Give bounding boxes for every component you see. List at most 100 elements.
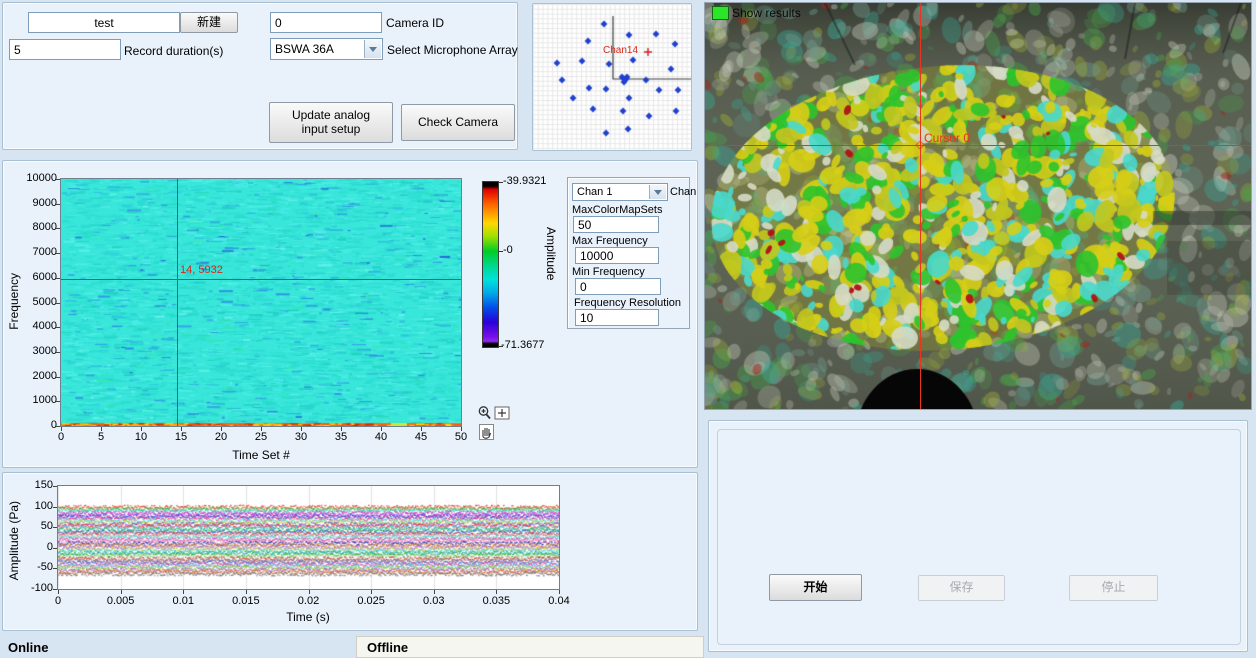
tick-mark — [301, 427, 302, 431]
zoom-in-icon[interactable] — [477, 405, 493, 421]
max-colormap-sets-label: MaxColorMapSets — [572, 204, 662, 216]
tick-label: 30 — [285, 431, 317, 443]
session-name-field[interactable]: test — [28, 12, 180, 33]
save-button[interactable]: 保存 — [918, 575, 1005, 601]
camera-view-panel: Show results Cursor 0 — [704, 2, 1252, 410]
new-session-button[interactable]: 新建 — [180, 12, 238, 33]
chevron-down-icon[interactable] — [649, 185, 666, 199]
waveform-panel: Amplitude (Pa) Time (s) -100-50050100150… — [2, 472, 698, 631]
tick-mark — [183, 590, 184, 594]
mic-array-plot-panel: Chan14 — [532, 3, 692, 151]
camera-acoustic-image[interactable] — [705, 3, 1251, 409]
tick-label: 0 — [11, 541, 53, 553]
tick-mark — [56, 401, 60, 402]
tick-mark — [53, 507, 57, 508]
tick-label: 3000 — [15, 345, 57, 357]
tick-mark — [56, 228, 60, 229]
tick-mark — [53, 568, 57, 569]
tick-label: 0.02 — [287, 595, 331, 607]
tick-label: 0 — [36, 595, 80, 607]
pan-hand-icon[interactable] — [479, 424, 494, 440]
tick-mark — [421, 427, 422, 431]
mic-array-select[interactable]: BSWA 36A — [270, 38, 383, 60]
camera-cursor-vline[interactable] — [920, 3, 921, 409]
stop-button[interactable]: 停止 — [1069, 575, 1158, 601]
tick-label: 50 — [445, 431, 477, 443]
spectrogram-cursor-hline[interactable] — [61, 279, 461, 280]
spectrogram-plot[interactable] — [60, 178, 462, 427]
tick-mark — [221, 427, 222, 431]
tick-label: 0.04 — [537, 595, 581, 607]
acquisition-inner-frame — [717, 429, 1241, 645]
tick-mark — [141, 427, 142, 431]
tick-mark — [381, 427, 382, 431]
chevron-down-icon[interactable] — [364, 40, 381, 58]
colorbar-min-label: -71.3677 — [501, 339, 544, 351]
tick-label: 0.015 — [224, 595, 268, 607]
min-frequency-field[interactable]: 0 — [575, 278, 661, 295]
start-button[interactable]: 开始 — [769, 574, 862, 601]
tick-label: 0.01 — [161, 595, 205, 607]
acquisition-panel: 开始 保存 停止 — [708, 420, 1248, 652]
show-results-checkbox[interactable] — [712, 6, 729, 20]
colorbar-title: Amplitude — [544, 227, 558, 280]
min-frequency-label: Min Frequency — [572, 266, 645, 278]
camera-cursor-hline[interactable] — [705, 145, 1251, 146]
offline-status-box: Offline — [356, 636, 704, 658]
tick-mark — [496, 590, 497, 594]
camera-id-field[interactable]: 0 — [270, 12, 382, 33]
waveform-plot[interactable] — [57, 485, 560, 590]
max-colormap-sets-field[interactable]: 50 — [573, 216, 659, 233]
tick-label: 6000 — [15, 271, 57, 283]
tick-label: 5 — [85, 431, 117, 443]
acoustic-camera-app: test 新建 0 Camera ID 5 Record duration(s)… — [0, 0, 1256, 658]
tick-label: 0 — [45, 431, 77, 443]
tick-mark — [56, 352, 60, 353]
colorbar-mid-label: -0 — [503, 244, 513, 256]
tick-mark — [61, 427, 62, 431]
zoom-rect-icon[interactable] — [494, 406, 510, 420]
mic-array-scatter-plot[interactable] — [533, 4, 691, 150]
tick-mark — [434, 590, 435, 594]
tick-mark — [121, 590, 122, 594]
tick-mark — [56, 426, 60, 427]
mic-cursor-label: Chan14 — [603, 45, 638, 56]
tick-mark — [56, 253, 60, 254]
frequency-resolution-field[interactable]: 10 — [575, 309, 659, 326]
channel-value: Chan 1 — [577, 186, 612, 198]
tick-mark — [53, 486, 57, 487]
tick-mark — [246, 590, 247, 594]
tick-mark — [371, 590, 372, 594]
spectrogram-panel: Frequency Time Set # 14, 5932 -39.9321 -… — [2, 160, 698, 468]
colorbar-max-label: -39.9321 — [503, 175, 546, 187]
check-camera-button[interactable]: Check Camera — [401, 104, 515, 141]
tick-mark — [461, 427, 462, 431]
channel-select[interactable]: Chan 1 — [572, 183, 668, 201]
max-frequency-field[interactable]: 10000 — [575, 247, 659, 264]
update-analog-input-button[interactable]: Update analog input setup — [269, 102, 393, 143]
tick-label: 15 — [165, 431, 197, 443]
tick-label: 9000 — [15, 197, 57, 209]
offline-status-label: Offline — [367, 640, 408, 655]
tick-label: 1000 — [15, 394, 57, 406]
tick-label: 10 — [125, 431, 157, 443]
tick-label: 0.005 — [99, 595, 143, 607]
waveform-x-axis-title: Time (s) — [248, 610, 368, 624]
tick-label: 0.03 — [412, 595, 456, 607]
tick-mark — [261, 427, 262, 431]
camera-cursor-label: Cursor 0 — [924, 131, 970, 145]
tick-label: 45 — [405, 431, 437, 443]
analysis-controls-cluster: Chan 1 Chan MaxColorMapSets 50 Max Frequ… — [567, 177, 690, 329]
tick-label: 25 — [245, 431, 277, 443]
spectrogram-x-axis-title: Time Set # — [201, 448, 321, 462]
mic-array-value: BSWA 36A — [275, 42, 334, 56]
tick-label: 7000 — [15, 246, 57, 258]
tick-mark — [56, 204, 60, 205]
tick-label: 10000 — [15, 172, 57, 184]
tick-label: 0.025 — [349, 595, 393, 607]
tick-label: 35 — [325, 431, 357, 443]
tick-mark — [56, 303, 60, 304]
mic-array-label: Select Microphone Array — [387, 43, 518, 57]
spectrogram-cursor-vline[interactable] — [177, 179, 178, 426]
record-duration-field[interactable]: 5 — [9, 39, 121, 60]
